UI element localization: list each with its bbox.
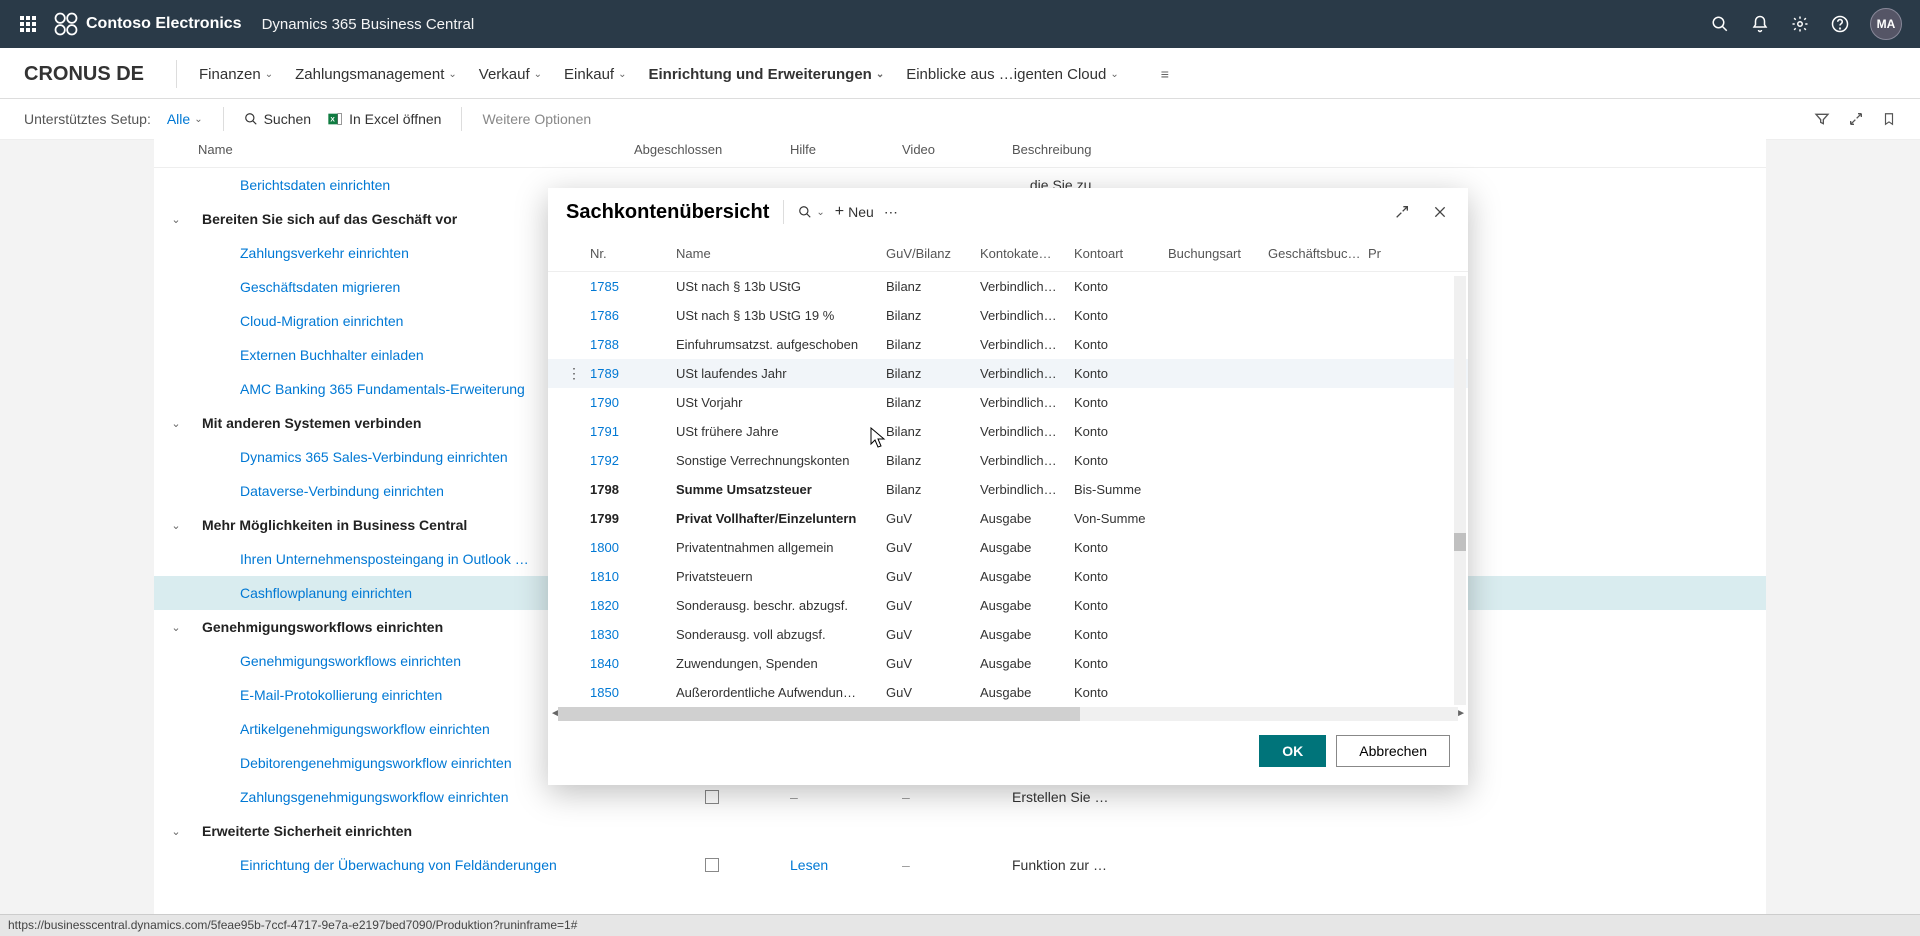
grid-row[interactable]: ⋮1830Sonderausg. voll abzugsf.GuVAusgabe… [548,620,1468,649]
grid-row[interactable]: ⋮1792Sonstige VerrechnungskontenBilanzVe… [548,446,1468,475]
dialog-more-icon[interactable]: ⋯ [884,204,898,221]
dialog-new-button[interactable]: +Neu [835,203,874,221]
dialog-title: Sachkontenübersicht [566,201,769,224]
grid-row[interactable]: ⋮1786USt nach § 13b UStG 19 %BilanzVerbi… [548,301,1468,330]
ok-button[interactable]: OK [1259,735,1326,767]
dialog-close-icon[interactable] [1430,202,1450,222]
grid-header: Nr. Name GuV/Bilanz Kontokate… Kontoart … [548,236,1468,272]
grid-row[interactable]: ⋮1785USt nach § 13b UStGBilanzVerbindlic… [548,272,1468,301]
grid-row[interactable]: ⋮1799Privat Vollhafter/EinzelunternGuVAu… [548,504,1468,533]
grid-row[interactable]: ⋮1810PrivatsteuernGuVAusgabeKonto [548,562,1468,591]
status-bar: https://businesscentral.dynamics.com/5fe… [0,914,1920,936]
accounts-grid: Nr. Name GuV/Bilanz Kontokate… Kontoart … [548,236,1468,707]
grid-row[interactable]: ⋮1789USt laufendes JahrBilanzVerbindlich… [548,359,1468,388]
horizontal-scrollbar[interactable]: ◄► [558,707,1458,721]
grid-row[interactable]: ⋮1820Sonderausg. beschr. abzugsf.GuVAusg… [548,591,1468,620]
grid-row[interactable]: ⋮1850Außerordentliche Aufwendun…GuVAusga… [548,678,1468,707]
row-actions-icon[interactable]: ⋮ [558,365,590,382]
dialog-popout-icon[interactable] [1392,202,1412,222]
grid-row[interactable]: ⋮1790USt VorjahrBilanzVerbindlich…Konto [548,388,1468,417]
grid-row[interactable]: ⋮1800Privatentnahmen allgemeinGuVAusgabe… [548,533,1468,562]
grid-row[interactable]: ⋮1798Summe UmsatzsteuerBilanzVerbindlich… [548,475,1468,504]
dialog-search-button[interactable]: ⌄ [798,205,824,219]
grid-row[interactable]: ⋮1791USt frühere JahreBilanzVerbindlich…… [548,417,1468,446]
status-url: https://businesscentral.dynamics.com/5fe… [8,918,577,932]
lookup-dialog: Sachkontenübersicht ⌄ +Neu ⋯ Nr. Name Gu… [548,188,1468,785]
grid-row[interactable]: ⋮1788Einfuhrumsatzst. aufgeschobenBilanz… [548,330,1468,359]
cancel-button[interactable]: Abbrechen [1336,735,1450,767]
grid-row[interactable]: ⋮1840Zuwendungen, SpendenGuVAusgabeKonto [548,649,1468,678]
vertical-scrollbar[interactable] [1454,276,1466,705]
